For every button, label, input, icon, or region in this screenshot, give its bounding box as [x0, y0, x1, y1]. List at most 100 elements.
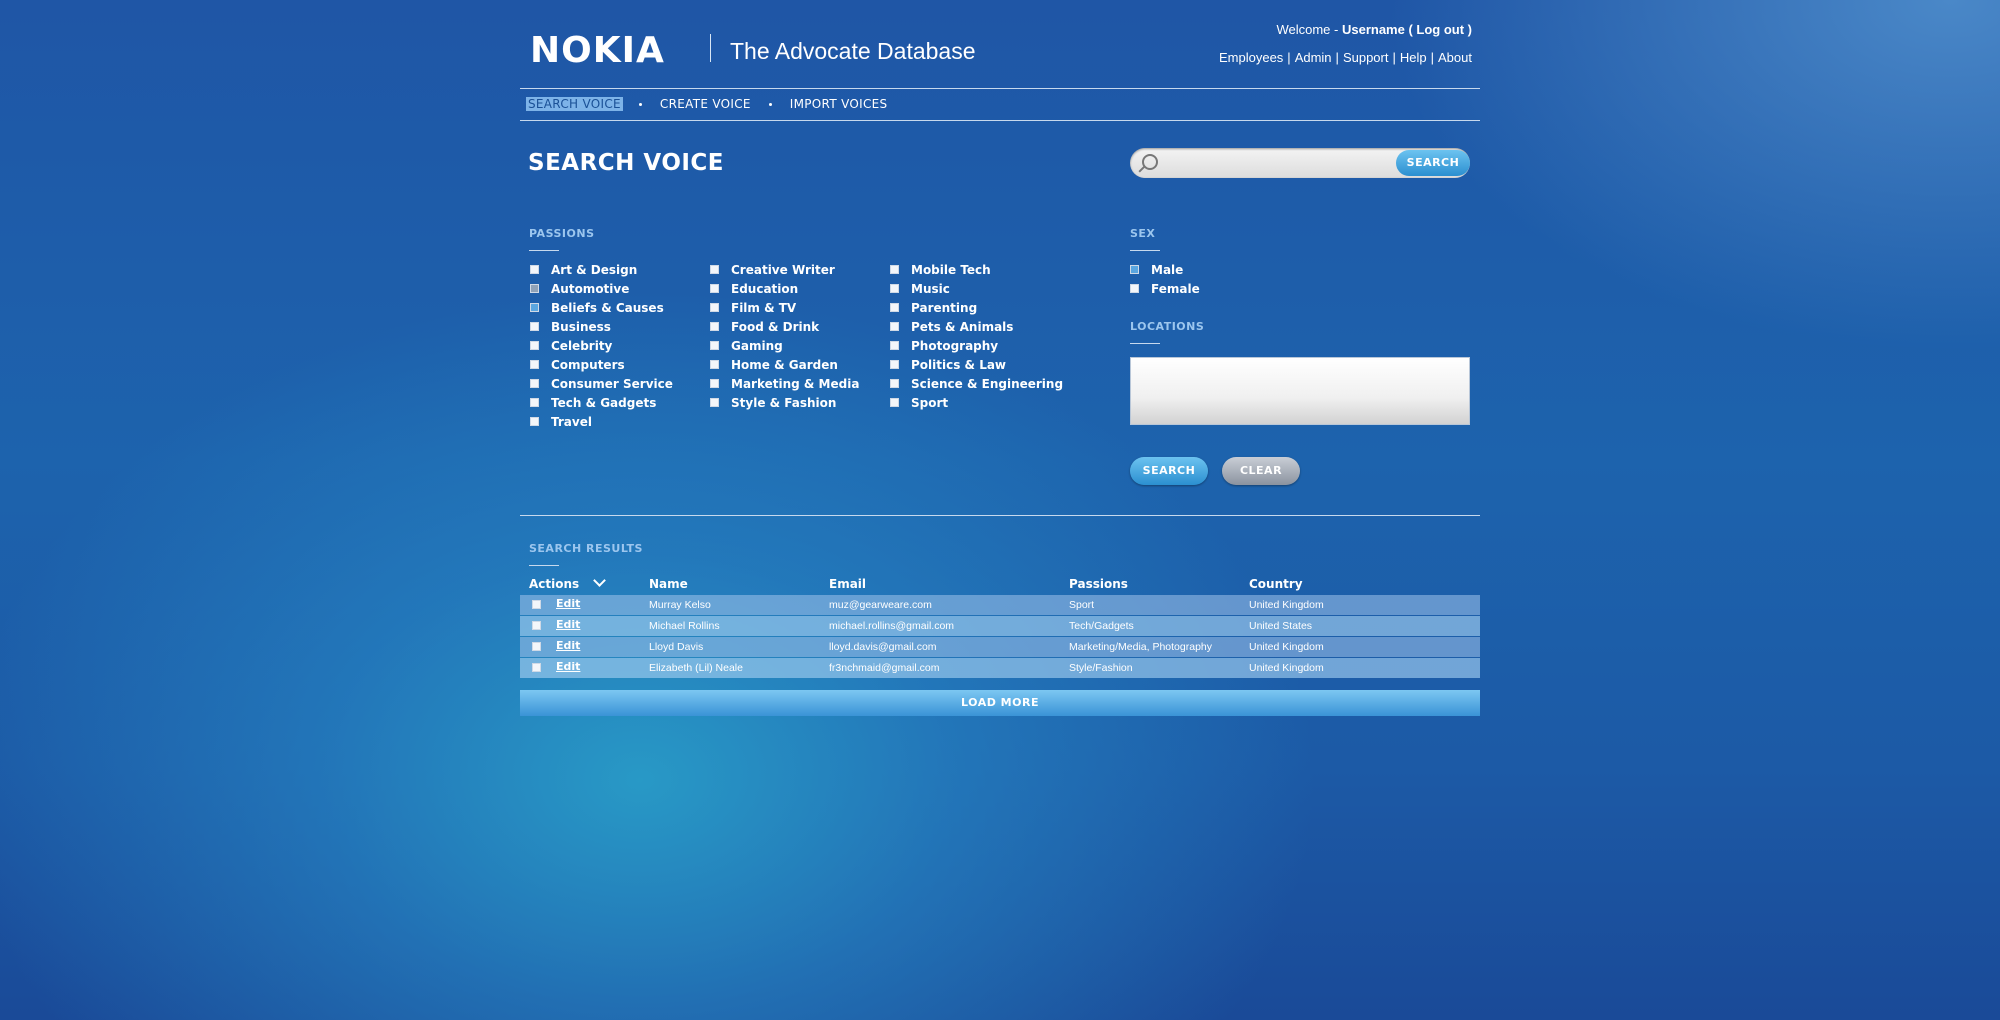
- passion-marketing-media[interactable]: Marketing & Media: [710, 374, 859, 393]
- checkbox[interactable]: [890, 341, 899, 350]
- passion-celebrity[interactable]: Celebrity: [530, 336, 673, 355]
- locations-field[interactable]: [1130, 357, 1470, 425]
- passion-politics-law[interactable]: Politics & Law: [890, 355, 1063, 374]
- passion-sport[interactable]: Sport: [890, 393, 1063, 412]
- checkbox[interactable]: [1130, 284, 1139, 293]
- logout-link[interactable]: ( Log out ): [1408, 22, 1472, 37]
- table-row[interactable]: Edit Michael Rollins michael.rollins@gma…: [520, 616, 1480, 636]
- link-employees[interactable]: Employees: [1219, 50, 1283, 65]
- checkbox[interactable]: [890, 398, 899, 407]
- edit-link[interactable]: Edit: [556, 639, 580, 652]
- checkbox[interactable]: [530, 398, 539, 407]
- link-help[interactable]: Help: [1400, 50, 1427, 65]
- passion-art-design[interactable]: Art & Design: [530, 260, 673, 279]
- passion-music[interactable]: Music: [890, 279, 1063, 298]
- checkbox[interactable]: [530, 284, 539, 293]
- column-header-name[interactable]: Name: [649, 577, 688, 591]
- checkbox[interactable]: [890, 360, 899, 369]
- passion-consumer-service[interactable]: Consumer Service: [530, 374, 673, 393]
- checkbox[interactable]: [710, 360, 719, 369]
- link-admin[interactable]: Admin: [1295, 50, 1332, 65]
- checkbox[interactable]: [710, 341, 719, 350]
- column-header-country[interactable]: Country: [1249, 577, 1303, 591]
- nav-import-voices[interactable]: IMPORT VOICES: [788, 97, 890, 111]
- checkbox[interactable]: [710, 284, 719, 293]
- row-checkbox[interactable]: [532, 600, 541, 609]
- checkbox[interactable]: [710, 322, 719, 331]
- passion-label: Automotive: [551, 281, 630, 296]
- passion-film-tv[interactable]: Film & TV: [710, 298, 859, 317]
- passion-label: Tech & Gadgets: [551, 395, 657, 410]
- chevron-down-icon[interactable]: [593, 574, 607, 587]
- passion-computers[interactable]: Computers: [530, 355, 673, 374]
- checkbox[interactable]: [890, 322, 899, 331]
- passion-tech-gadgets[interactable]: Tech & Gadgets: [530, 393, 673, 412]
- column-header-passions[interactable]: Passions: [1069, 577, 1128, 591]
- table-row[interactable]: Edit Elizabeth (Lil) Neale fr3nchmaid@gm…: [520, 658, 1480, 678]
- edit-link[interactable]: Edit: [556, 660, 580, 673]
- passion-business[interactable]: Business: [530, 317, 673, 336]
- link-support[interactable]: Support: [1343, 50, 1389, 65]
- column-header-actions[interactable]: Actions: [529, 574, 607, 591]
- table-row[interactable]: Edit Lloyd Davis lloyd.davis@gmail.com M…: [520, 637, 1480, 657]
- checkbox[interactable]: [710, 303, 719, 312]
- checkbox[interactable]: [890, 284, 899, 293]
- cell-email: michael.rollins@gmail.com: [829, 620, 955, 632]
- row-checkbox[interactable]: [532, 642, 541, 651]
- table-row[interactable]: Edit Murray Kelso muz@gearweare.com Spor…: [520, 595, 1480, 615]
- passion-automotive[interactable]: Automotive: [530, 279, 673, 298]
- passions-column-2: Creative Writer Education Film & TV Food…: [710, 260, 859, 412]
- search-button[interactable]: SEARCH: [1396, 150, 1470, 176]
- filter-clear-button[interactable]: CLEAR: [1222, 457, 1300, 485]
- sex-female[interactable]: Female: [1130, 279, 1200, 298]
- passion-travel[interactable]: Travel: [530, 412, 673, 431]
- edit-link[interactable]: Edit: [556, 618, 580, 631]
- link-separator: |: [1392, 50, 1396, 65]
- checkbox[interactable]: [530, 322, 539, 331]
- checkbox[interactable]: [710, 265, 719, 274]
- search-input[interactable]: [1164, 152, 1388, 176]
- checkbox[interactable]: [530, 379, 539, 388]
- checkbox[interactable]: [890, 265, 899, 274]
- passion-home-garden[interactable]: Home & Garden: [710, 355, 859, 374]
- page-title: SEARCH VOICE: [528, 150, 725, 176]
- checkbox[interactable]: [530, 360, 539, 369]
- row-checkbox[interactable]: [532, 621, 541, 630]
- passion-education[interactable]: Education: [710, 279, 859, 298]
- cell-name: Murray Kelso: [649, 599, 711, 611]
- nav-create-voice[interactable]: CREATE VOICE: [658, 97, 753, 111]
- column-header-email[interactable]: Email: [829, 577, 866, 591]
- checkbox[interactable]: [530, 341, 539, 350]
- row-checkbox[interactable]: [532, 663, 541, 672]
- checkbox[interactable]: [710, 398, 719, 407]
- search-icon: [1142, 154, 1158, 170]
- passion-beliefs-causes[interactable]: Beliefs & Causes: [530, 298, 673, 317]
- checkbox[interactable]: [890, 379, 899, 388]
- load-more-button[interactable]: LOAD MORE: [520, 690, 1480, 716]
- sex-male[interactable]: Male: [1130, 260, 1200, 279]
- edit-link[interactable]: Edit: [556, 597, 580, 610]
- passion-label: Photography: [911, 338, 999, 353]
- nav-search-voice[interactable]: SEARCH VOICE: [526, 97, 623, 111]
- passion-science-engineering[interactable]: Science & Engineering: [890, 374, 1063, 393]
- app-title: The Advocate Database: [730, 38, 976, 64]
- nav-bottom-line: [520, 120, 1480, 121]
- passion-food-drink[interactable]: Food & Drink: [710, 317, 859, 336]
- checkbox[interactable]: [890, 303, 899, 312]
- checkbox[interactable]: [1130, 265, 1139, 274]
- checkbox[interactable]: [530, 417, 539, 426]
- passion-parenting[interactable]: Parenting: [890, 298, 1063, 317]
- passion-style-fashion[interactable]: Style & Fashion: [710, 393, 859, 412]
- passion-mobile-tech[interactable]: Mobile Tech: [890, 260, 1063, 279]
- passion-photography[interactable]: Photography: [890, 336, 1063, 355]
- checkbox[interactable]: [530, 265, 539, 274]
- passion-creative-writer[interactable]: Creative Writer: [710, 260, 859, 279]
- link-about[interactable]: About: [1438, 50, 1472, 65]
- passion-gaming[interactable]: Gaming: [710, 336, 859, 355]
- checkbox[interactable]: [710, 379, 719, 388]
- filter-search-button[interactable]: SEARCH: [1130, 457, 1208, 485]
- checkbox[interactable]: [530, 303, 539, 312]
- passions-column-3: Mobile Tech Music Parenting Pets & Anima…: [890, 260, 1063, 412]
- welcome-text: Welcome - Username ( Log out ): [1276, 22, 1472, 37]
- passion-pets-animals[interactable]: Pets & Animals: [890, 317, 1063, 336]
